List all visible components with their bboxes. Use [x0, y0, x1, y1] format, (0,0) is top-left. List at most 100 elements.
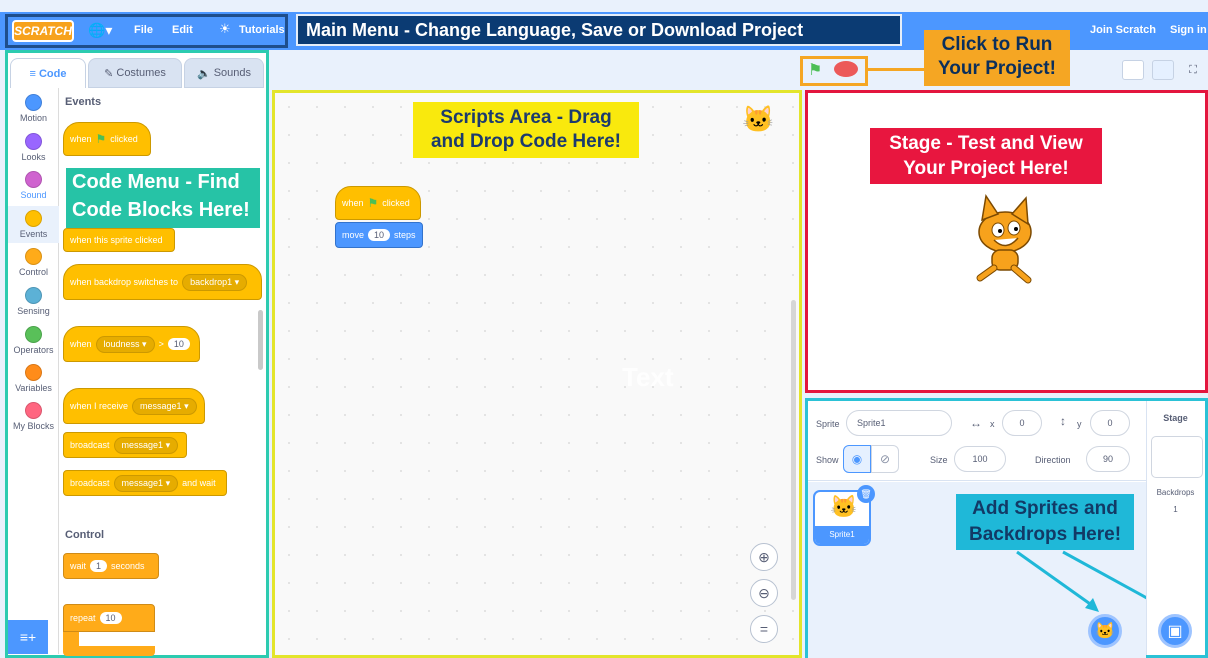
scripts-scrollbar[interactable] [791, 300, 796, 600]
block-repeat[interactable]: repeat 10 [63, 604, 155, 632]
run-callout-line1: Click to Run [941, 34, 1053, 55]
scripts-callout-line1: Scripts Area - Drag [440, 107, 612, 128]
category-label: Variables [15, 383, 52, 393]
block-text: when I receive [70, 401, 129, 411]
loudness-value-input[interactable]: 10 [167, 338, 190, 350]
green-flag-icon[interactable]: ⚑ [808, 60, 822, 80]
run-callout-line [868, 68, 926, 71]
message-dropdown[interactable]: message1 ▾ [132, 397, 197, 415]
main-menu-callout: Main Menu - Change Language, Save or Dow… [296, 14, 902, 46]
backdrop-dropdown[interactable]: backdrop1 ▾ [182, 273, 248, 291]
repeat-value-input[interactable]: 10 [99, 612, 122, 624]
show-label: Show [816, 455, 839, 465]
category-variables[interactable]: Variables [8, 364, 59, 393]
x-input[interactable]: 0 [1002, 410, 1042, 436]
block-text: broadcast [70, 440, 110, 450]
category-operators[interactable]: Operators [8, 326, 59, 355]
join-scratch-link[interactable]: Join Scratch [1090, 24, 1156, 36]
backdrop-thumbnail[interactable] [1151, 436, 1203, 478]
steps-value-input[interactable]: 10 [368, 229, 391, 241]
events-section-title: Events [65, 96, 102, 108]
palette-scrollbar[interactable] [258, 310, 263, 370]
fullscreen-icon[interactable]: ⛶ [1182, 60, 1204, 80]
sprite-label: Sprite [816, 419, 840, 429]
sign-in-link[interactable]: Sign in [1170, 24, 1207, 36]
loudness-dropdown[interactable]: loudness ▾ [95, 335, 155, 353]
block-text: when [70, 339, 92, 349]
block-broadcast-and-wait[interactable]: broadcast message1 ▾ and wait [63, 470, 227, 496]
dropdown-value: message1 [121, 439, 164, 450]
category-label: Events [19, 229, 48, 239]
y-input[interactable]: 0 [1090, 410, 1130, 436]
category-events[interactable]: Events [8, 206, 59, 243]
normal-stage-button[interactable] [1152, 60, 1174, 80]
block-when-loudness[interactable]: when loudness ▾ >10 [63, 326, 200, 362]
block-when-sprite-clicked[interactable]: when this sprite clicked [63, 228, 175, 252]
stop-icon[interactable] [834, 61, 858, 77]
zoom-reset-icon[interactable]: = [750, 615, 778, 643]
category-sensing[interactable]: Sensing [8, 287, 59, 316]
zoom-out-icon[interactable]: ⊖ [750, 579, 778, 607]
block-text: broadcast [70, 478, 110, 488]
sprite-name-input[interactable]: Sprite1 [846, 410, 952, 436]
scripts-area[interactable] [272, 90, 802, 658]
motion-dot [25, 94, 42, 111]
message-dropdown[interactable]: message1 ▾ [113, 474, 179, 492]
message-dropdown[interactable]: message1 ▾ [113, 436, 179, 454]
category-control[interactable]: Control [8, 248, 59, 277]
block-broadcast[interactable]: broadcast message1 ▾ [63, 432, 187, 458]
sprites-callout: Add Sprites and Backdrops Here! [956, 494, 1134, 550]
run-callout: Click to Run Your Project! [924, 30, 1070, 86]
block-when-i-receive[interactable]: when I receive message1 ▾ [63, 388, 205, 424]
dropdown-value: message1 [121, 477, 164, 488]
add-extension-icon[interactable]: ≡+ [8, 620, 48, 654]
choose-backdrop-icon[interactable]: ▣ [1158, 614, 1192, 648]
text-watermark: Text [622, 362, 674, 392]
y-arrows-icon: ↕ [1060, 414, 1066, 428]
block-when-backdrop-switches[interactable]: when backdrop switches to backdrop1 ▾ [63, 264, 262, 300]
scripts-callout-line2: and Drop Code Here! [430, 131, 622, 152]
wait-value-input[interactable]: 1 [90, 560, 108, 572]
eye-icon[interactable]: ◉ [843, 445, 871, 473]
script-move-steps[interactable]: move 10 steps [335, 222, 423, 248]
eye-off-icon[interactable]: ⊘ [871, 445, 899, 473]
script-when-flag-clicked[interactable]: when ⚑ clicked [335, 186, 421, 220]
small-stage-button[interactable] [1122, 60, 1144, 80]
category-label: Looks [21, 152, 46, 162]
stage-label: Stage [1163, 413, 1188, 423]
size-input[interactable]: 100 [954, 446, 1006, 472]
repeat-bottom [63, 646, 155, 656]
block-text: move [342, 230, 365, 240]
block-text: repeat [70, 613, 96, 623]
category-motion[interactable]: Motion [8, 94, 59, 123]
block-text: seconds [111, 561, 145, 571]
tab-code[interactable]: ≡ Code [10, 58, 86, 88]
sensing-dot [25, 287, 42, 304]
my-blocks-dot [25, 402, 42, 419]
x-label: x [990, 419, 995, 429]
sprite-thumb-name: Sprite1 [815, 526, 869, 544]
block-text: wait [70, 561, 87, 571]
stage-callout-line1: Stage - Test and View [889, 133, 1083, 154]
block-text: clicked [110, 134, 138, 144]
green-flag-icon: ⚑ [95, 132, 107, 146]
block-when-flag-clicked[interactable]: when ⚑ clicked [63, 122, 151, 156]
direction-label: Direction [1035, 455, 1071, 465]
category-my-blocks[interactable]: My Blocks [8, 402, 59, 431]
block-wait[interactable]: wait 1 seconds [63, 553, 159, 579]
sprite-watermark-icon: 🐱 [742, 104, 775, 134]
choose-sprite-icon[interactable]: 🐱 [1088, 614, 1122, 648]
delete-sprite-icon[interactable]: 🗑 [857, 485, 875, 503]
y-label: y [1077, 419, 1082, 429]
cat-sprite-icon [976, 194, 1032, 284]
direction-input[interactable]: 90 [1086, 446, 1130, 472]
category-label: Motion [19, 113, 47, 123]
tab-sounds[interactable]: 🔈 Sounds [184, 58, 264, 88]
category-sound[interactable]: Sound [8, 171, 59, 200]
category-label: My Blocks [12, 421, 54, 431]
block-text: when backdrop switches to [70, 277, 179, 287]
zoom-in-icon[interactable]: ⊕ [750, 543, 778, 571]
stage-callout-line2: Your Project Here! [903, 158, 1069, 179]
tab-costumes[interactable]: ✎ Costumes [88, 58, 182, 88]
category-looks[interactable]: Looks [8, 133, 59, 162]
